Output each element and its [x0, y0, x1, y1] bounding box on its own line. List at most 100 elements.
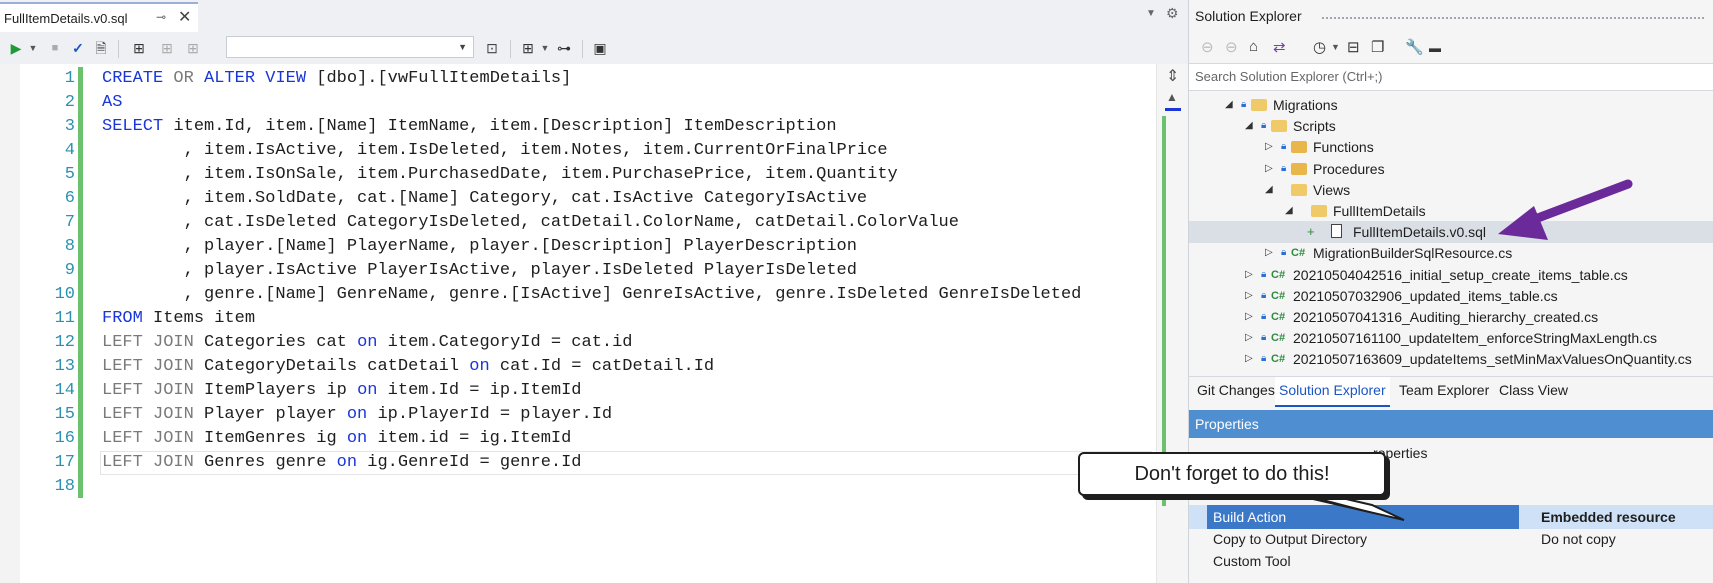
search-input[interactable]: Search Solution Explorer (Ctrl+;)	[1189, 63, 1713, 91]
tree-item[interactable]: ▷ 🔒︎ C# 20210507163609_updateItems_setMinMa…	[1189, 348, 1713, 370]
grid-dropdown-icon[interactable]: ▼	[540, 38, 550, 58]
change-connection-icon[interactable]: ⊞	[182, 38, 204, 58]
code-line[interactable]: CREATE OR ALTER VIEW [dbo].[vwFullItemDe…	[102, 67, 571, 91]
tool-tab[interactable]: Team Explorer	[1395, 377, 1493, 405]
tool-tab[interactable]: Solution Explorer	[1275, 377, 1390, 407]
code-line[interactable]: LEFT JOIN CategoryDetails catDetail on c…	[102, 355, 714, 379]
chevron-down-icon[interactable]: ▼	[458, 42, 467, 52]
estimated-plan-icon[interactable]: 🗎	[92, 38, 110, 58]
code-line[interactable]: LEFT JOIN ItemPlayers ip on item.Id = ip…	[102, 379, 582, 403]
keyword-token: on	[346, 429, 368, 448]
back-icon[interactable]: ⊖	[1201, 38, 1214, 56]
property-row[interactable]: Build Action Embedded resource	[1189, 505, 1713, 529]
vertical-scrollbar[interactable]: ⇕ ▲	[1156, 64, 1188, 583]
code-line[interactable]: SELECT item.Id, item.[Name] ItemName, it…	[102, 115, 837, 139]
collapse-icon[interactable]: ◢	[1285, 200, 1293, 222]
pin-icon[interactable]: ⊸	[156, 10, 166, 24]
property-row[interactable]: Copy to Output Directory Do not copy	[1189, 527, 1713, 551]
pending-dropdown-icon[interactable]: ▼	[1331, 42, 1340, 52]
keyword-token: CREATE	[102, 69, 164, 88]
tool-tab[interactable]: Class View	[1495, 377, 1572, 405]
properties-icon[interactable]: 🔧	[1405, 38, 1424, 56]
tree-item[interactable]: ▷ 🔒︎ C# 20210504042516_initial_setup_create…	[1189, 264, 1713, 286]
line-number: 12	[54, 333, 75, 352]
code-line[interactable]: , item.IsActive, item.IsDeleted, item.No…	[102, 139, 888, 163]
property-row[interactable]: Custom Tool	[1189, 549, 1713, 573]
tree-item[interactable]: ◢ FullItemDetails	[1189, 200, 1713, 222]
forward-icon[interactable]: ⊖	[1225, 38, 1238, 56]
expand-icon[interactable]: ▷	[1245, 306, 1253, 328]
collapse-icon[interactable]: ◢	[1265, 179, 1273, 201]
toolbar-separator	[118, 40, 119, 58]
document-tab[interactable]: FullItemDetails.v0.sql ⊸ ✕	[0, 2, 198, 32]
solution-tree[interactable]: ◢ 🔒︎ Migrations ◢ 🔒︎ Scripts ▷ 🔒︎ Functions ▷ 🔒︎ Pr…	[1189, 94, 1713, 374]
database-select[interactable]: ▼	[226, 36, 474, 58]
schema-compare-icon[interactable]: ⊶	[554, 38, 574, 58]
preview-icon[interactable]: ▬	[1429, 41, 1441, 55]
split-editor-icon[interactable]: ⇕	[1166, 66, 1179, 86]
code-line[interactable]: LEFT JOIN ItemGenres ig on item.id = ig.…	[102, 427, 571, 451]
code-line[interactable]: LEFT JOIN Player player on ip.PlayerId =…	[102, 403, 612, 427]
tree-item[interactable]: ▷ 🔒︎ C# 20210507032906_updated_items_table.…	[1189, 285, 1713, 307]
tool-tab[interactable]: Git Changes	[1193, 377, 1279, 405]
tree-item[interactable]: ▷ 🔒︎ C# MigrationBuilderSqlResource.cs	[1189, 242, 1713, 264]
show-all-files-icon[interactable]: ❐	[1371, 38, 1384, 56]
keyword-token: on	[357, 381, 378, 400]
close-icon[interactable]: ✕	[178, 7, 191, 27]
connect-icon[interactable]: ⊞	[128, 38, 150, 58]
scroll-change-marker	[1162, 116, 1166, 506]
code-line[interactable]: LEFT JOIN Genres genre on ig.GenreId = g…	[102, 451, 582, 475]
tree-item[interactable]: ◢ Views	[1189, 179, 1713, 201]
document-tab-title[interactable]: FullItemDetails.v0.sql	[0, 11, 128, 26]
code-line[interactable]: , genre.[Name] GenreName, genre.[IsActiv…	[102, 283, 1082, 307]
results-to-icon[interactable]: ⊡	[482, 38, 502, 58]
scroll-up-icon[interactable]: ▲	[1166, 90, 1178, 104]
code-line[interactable]: FROM Items item	[102, 307, 255, 331]
tree-item[interactable]: ◢ 🔒︎ Scripts	[1189, 115, 1713, 137]
expand-icon[interactable]: ▷	[1245, 327, 1253, 349]
title-grip[interactable]	[1321, 16, 1706, 20]
expand-icon[interactable]: ▷	[1245, 285, 1253, 307]
code-line[interactable]: , item.IsOnSale, item.PurchasedDate, ite…	[102, 163, 898, 187]
tree-item-label: FullItemDetails	[1333, 203, 1426, 219]
code-line[interactable]: , player.[Name] PlayerName, player.[Desc…	[102, 235, 857, 259]
code-text: item.Id, item.[Name] ItemName, item.[Des…	[163, 117, 837, 136]
tree-item[interactable]: ▷ 🔒︎ Functions	[1189, 136, 1713, 158]
line-number: 18	[54, 477, 75, 496]
query-options-icon[interactable]: ▣	[590, 38, 610, 58]
execute-dropdown-icon[interactable]: ▼	[28, 38, 38, 58]
expand-icon[interactable]: ▷	[1245, 348, 1253, 370]
expand-icon[interactable]: ▷	[1245, 264, 1253, 286]
code-text: [dbo].[vwFullItemDetails]	[306, 69, 572, 88]
code-line[interactable]: , item.SoldDate, cat.[Name] Category, ca…	[102, 187, 868, 211]
tree-item[interactable]: + FullItemDetails.v0.sql	[1189, 221, 1713, 244]
code-editor[interactable]: 1 2 3 4 5 6 7 8 9 10 11 12 13 14 15 16 17 18 CREATE OR AL…	[0, 64, 1188, 583]
expand-icon[interactable]: ▷	[1265, 242, 1273, 264]
pending-changes-icon[interactable]: ◷	[1313, 38, 1326, 56]
code-line[interactable]: LEFT JOIN Categories cat on item.Categor…	[102, 331, 633, 355]
property-value[interactable]: Embedded resource	[1541, 505, 1676, 529]
switch-views-icon[interactable]: ⇄	[1273, 38, 1286, 56]
tree-item[interactable]: ▷ 🔒︎ C# 20210507161100_updateItem_enforceSt…	[1189, 327, 1713, 349]
check-syntax-icon[interactable]: ✓	[70, 38, 86, 58]
grid-options-icon[interactable]: ⊞	[518, 38, 538, 58]
tree-item[interactable]: ▷ 🔒︎ C# 20210507041316_Auditing_hierarchy_c…	[1189, 306, 1713, 328]
code-line[interactable]: AS	[102, 91, 122, 115]
stop-icon[interactable]: ■	[48, 38, 62, 58]
tree-item[interactable]: ◢ 🔒︎ Migrations	[1189, 94, 1713, 116]
collapse-all-icon[interactable]: ⊟	[1347, 38, 1360, 56]
expand-icon[interactable]: ▷	[1265, 136, 1273, 158]
execute-icon[interactable]: ▶	[8, 38, 24, 58]
disconnect-icon[interactable]: ⊞	[156, 38, 178, 58]
tree-item[interactable]: ▷ 🔒︎ Procedures	[1189, 158, 1713, 180]
code-line[interactable]: , cat.IsDeleted CategoryIsDeleted, catDe…	[102, 211, 959, 235]
code-line[interactable]: , player.IsActive PlayerIsActive, player…	[102, 259, 857, 283]
tab-dropdown-icon[interactable]: ▼	[1146, 8, 1156, 19]
collapse-icon[interactable]: ◢	[1225, 94, 1233, 116]
expand-icon[interactable]: ▷	[1265, 158, 1273, 180]
document-tab-strip: FullItemDetails.v0.sql ⊸ ✕ ▼ ⚙	[0, 0, 1188, 32]
gear-icon[interactable]: ⚙	[1166, 5, 1179, 22]
property-value[interactable]: Do not copy	[1541, 527, 1616, 551]
home-icon[interactable]: ⌂	[1249, 38, 1258, 55]
collapse-icon[interactable]: ◢	[1245, 115, 1253, 137]
